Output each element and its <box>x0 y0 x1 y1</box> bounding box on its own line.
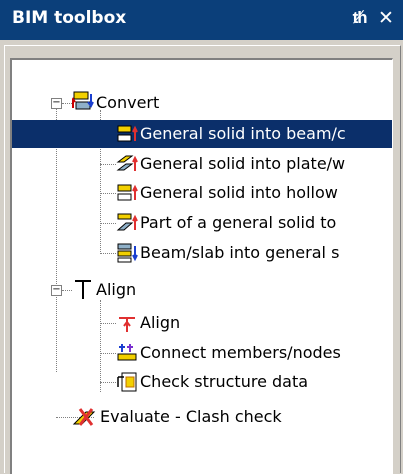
tree-item-solid-to-plate[interactable]: General solid into plate/w <box>12 150 392 178</box>
tree-item-label: Evaluate - Clash check <box>100 407 282 426</box>
tree-item-evaluate-clash[interactable]: Evaluate - Clash check <box>12 403 392 431</box>
align-arrows-icon <box>119 317 135 332</box>
tree-item-label: Align <box>96 280 137 299</box>
tree-item-label: General solid into beam/c <box>140 124 346 143</box>
panel-titlebar: BIM toolbox ᵺ ✕ <box>0 0 403 40</box>
toolbox-tree: − Convert General solid into beam/c Gene… <box>10 58 393 474</box>
tree-item-label: Convert <box>96 93 160 112</box>
tree-branch <box>62 103 72 104</box>
tree-item-solid-to-hollow[interactable]: General solid into hollow <box>12 179 392 207</box>
connect-members-icon <box>117 344 137 361</box>
tree-item-label: Connect members/nodes <box>140 343 341 362</box>
tree-item-part-of-solid[interactable]: Part of a general solid to <box>12 209 392 237</box>
tree-item-label: Check structure data <box>140 372 309 391</box>
tree-item-label: General solid into hollow <box>140 183 338 202</box>
tree-item-solid-to-beam[interactable]: General solid into beam/c <box>12 120 392 148</box>
align-icon <box>75 280 91 299</box>
tree-item-connect-members[interactable]: Connect members/nodes <box>12 339 392 367</box>
tree-item-label: Part of a general solid to <box>140 213 337 232</box>
close-icon[interactable]: ✕ <box>374 6 398 30</box>
solid-to-beam-icon <box>117 125 138 142</box>
pin-icon[interactable]: ᵺ <box>348 6 372 30</box>
check-structure-icon <box>117 372 137 392</box>
tree-item-check-structure[interactable]: Check structure data <box>12 368 392 396</box>
align-collapse-toggle[interactable]: − <box>51 285 62 296</box>
tree-item-beam-to-solid[interactable]: Beam/slab into general s <box>12 239 392 267</box>
solid-to-hollow-icon <box>117 184 138 201</box>
tree-branch <box>62 290 72 291</box>
beam-to-solid-icon <box>117 243 138 263</box>
solid-to-plate-icon <box>116 155 138 171</box>
tree-item-align[interactable]: Align <box>12 309 392 337</box>
tree-item-label: General solid into plate/w <box>140 154 346 173</box>
part-solid-icon <box>116 213 138 231</box>
convert-icon <box>72 91 94 110</box>
tree-item-label: Align <box>140 313 181 332</box>
tree-item-label: Beam/slab into general s <box>140 243 340 262</box>
panel-title: BIM toolbox <box>12 8 127 28</box>
convert-collapse-toggle[interactable]: − <box>51 98 62 109</box>
clash-check-icon <box>72 408 96 426</box>
